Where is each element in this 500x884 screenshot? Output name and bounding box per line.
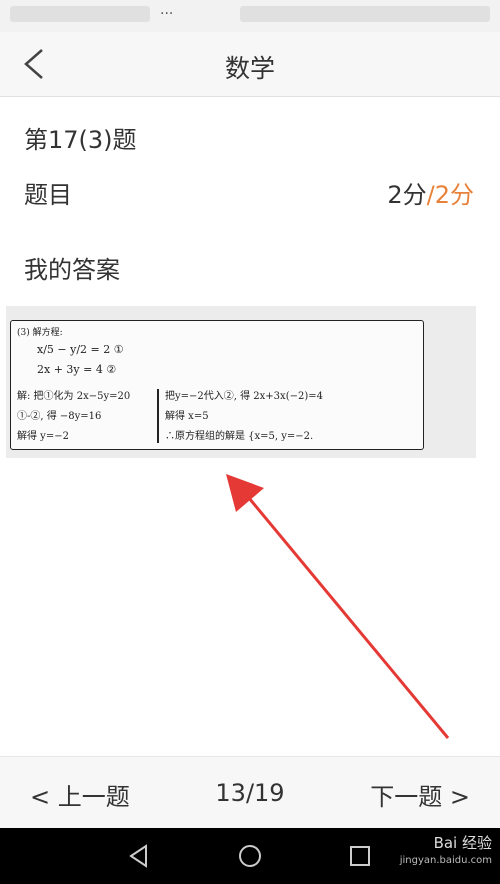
answer-right-line: 把y=−2代入②, 得 2x+3x(−2)=4: [165, 391, 323, 402]
answer-right-line: 解得 x=5: [165, 411, 209, 422]
header: 数学: [0, 32, 500, 97]
answer-right-line: ∴原方程组的解是 {x=5, y=−2.: [165, 431, 314, 442]
watermark-url: jingyan.baidu.com: [399, 855, 492, 866]
answer-left-line: 解: 把①化为 2x−5y=20: [17, 391, 131, 402]
score: 2分/2分: [387, 175, 474, 210]
page-title: 数学: [224, 54, 275, 83]
answer-heading: (3) 解方程:: [17, 328, 63, 338]
score-total: 2分: [434, 181, 474, 209]
watermark: Bai 经验 jingyan.baidu.com: [400, 834, 492, 870]
answer-sheet: (3) 解方程: x/5 − y/2 = 2 ① 2x + 3y = 4 ② 解…: [10, 320, 424, 450]
answer-image[interactable]: (3) 解方程: x/5 − y/2 = 2 ① 2x + 3y = 4 ② 解…: [6, 306, 476, 458]
my-answer-label: 我的答案: [24, 256, 120, 284]
circle-home-icon: [239, 845, 261, 867]
status-blur-right: [240, 6, 490, 22]
system-nav-bar: Bai 经验 jingyan.baidu.com: [0, 828, 500, 884]
triangle-back-icon: [129, 844, 147, 868]
bottom-nav: < 上一题 13/19 下一题 >: [0, 756, 500, 829]
answer-eq1: x/5 − y/2 = 2 ①: [37, 343, 124, 356]
answer-eq2: 2x + 3y = 4 ②: [37, 363, 117, 376]
status-dots: ...: [160, 2, 174, 18]
next-question-button[interactable]: 下一题 >: [370, 777, 470, 812]
answer-left-line: ①-②, 得 −8y=16: [17, 411, 102, 422]
answer-left-line: 解得 y=−2: [17, 431, 69, 442]
question-number: 第17(3)题: [24, 126, 137, 154]
answer-divider: [157, 389, 159, 443]
arrow-shaft: [242, 491, 450, 739]
score-got: 2分: [387, 181, 427, 209]
score-sep: /: [426, 181, 435, 209]
back-nav-button[interactable]: [126, 842, 154, 870]
square-recents-icon: [350, 846, 370, 866]
status-blur-left: [10, 6, 150, 22]
status-bar: ...: [0, 0, 500, 32]
recents-nav-button[interactable]: [346, 842, 374, 870]
question-label[interactable]: 题目: [24, 175, 72, 210]
watermark-brand: Bai 经验: [433, 834, 492, 852]
arrow-head: [226, 474, 264, 512]
home-nav-button[interactable]: [236, 842, 264, 870]
